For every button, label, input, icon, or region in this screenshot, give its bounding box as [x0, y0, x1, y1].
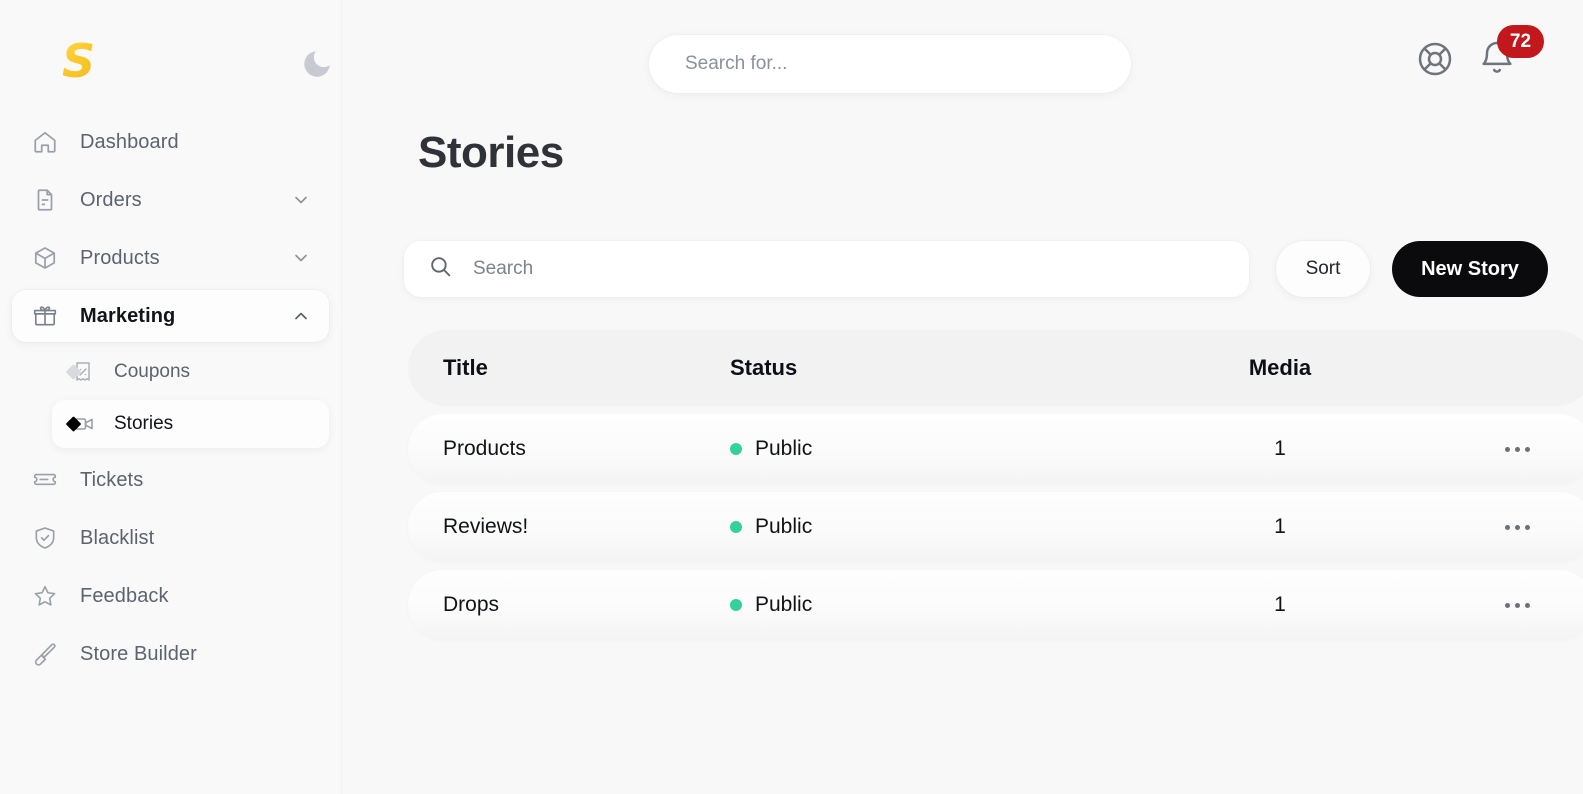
sidebar-item-products[interactable]: Products: [12, 232, 329, 284]
moon-icon[interactable]: [300, 47, 334, 81]
stories-table: Title Status Media Products Public 1 Rev…: [408, 330, 1583, 648]
app-logo[interactable]: S: [62, 38, 95, 84]
box-icon: [30, 243, 60, 273]
sidebar-item-feedback[interactable]: Feedback: [12, 570, 329, 622]
table-row[interactable]: Reviews! Public 1: [408, 492, 1583, 562]
sidebar: S Dashboard Orders Products Marketing Co…: [0, 0, 341, 794]
cell-actions: [1440, 512, 1583, 542]
cell-media: 1: [1274, 437, 1286, 460]
home-icon: [30, 127, 60, 157]
cell-actions: [1440, 434, 1583, 464]
sidebar-subitem-label: Stories: [114, 413, 174, 434]
sidebar-item-blacklist[interactable]: Blacklist: [12, 512, 329, 564]
column-header-status: Status: [730, 355, 798, 380]
main-content: Stories Sort New Story Title Status Medi…: [341, 108, 1583, 794]
table-header-row: Title Status Media: [408, 330, 1583, 406]
sidebar-item-label: Store Builder: [80, 642, 197, 665]
sidebar-item-stories[interactable]: Stories: [52, 400, 329, 448]
chevron-up-icon[interactable]: [291, 306, 311, 326]
ellipsis-icon[interactable]: [1497, 512, 1537, 542]
sidebar-item-label: Feedback: [80, 584, 169, 607]
table-row[interactable]: Products Public 1: [408, 414, 1583, 484]
status-badge: Public: [755, 593, 813, 616]
sidebar-item-dashboard[interactable]: Dashboard: [12, 116, 329, 168]
sidebar-subitem-label: Coupons: [114, 361, 191, 382]
sidebar-item-coupons[interactable]: Coupons: [52, 348, 329, 396]
cell-actions: [1440, 590, 1583, 620]
marketing-submenu: Coupons Stories: [0, 348, 341, 448]
sidebar-item-label: Orders: [80, 188, 142, 211]
cell-status: Public: [730, 437, 1120, 461]
app-root: S Dashboard Orders Products Marketing Co…: [0, 0, 1583, 794]
cell-title: Reviews!: [443, 515, 529, 538]
search-box[interactable]: [404, 241, 1249, 297]
chevron-down-icon[interactable]: [291, 248, 311, 268]
notifications-button[interactable]: 72: [1477, 25, 1544, 82]
global-search[interactable]: [649, 35, 1131, 93]
chevron-down-icon[interactable]: [291, 190, 311, 210]
new-story-button[interactable]: New Story: [1392, 241, 1548, 297]
sidebar-item-label: Products: [80, 246, 160, 269]
search-icon: [428, 254, 453, 284]
cell-title: Drops: [443, 593, 500, 616]
ellipsis-icon[interactable]: [1497, 434, 1537, 464]
ellipsis-icon[interactable]: [1497, 590, 1537, 620]
status-badge: Public: [755, 437, 813, 460]
ticket-icon: [30, 465, 60, 495]
status-dot-icon: [730, 599, 742, 611]
sidebar-item-label: Tickets: [80, 468, 144, 491]
shield-check-icon: [30, 523, 60, 553]
controls-row: Sort New Story: [404, 241, 1583, 297]
search-input[interactable]: [473, 258, 1225, 280]
cell-status: Public: [730, 593, 1120, 617]
sidebar-item-orders[interactable]: Orders: [12, 174, 329, 226]
sidebar-item-tickets[interactable]: Tickets: [12, 454, 329, 506]
global-search-input[interactable]: [685, 53, 1095, 75]
sort-button[interactable]: Sort: [1276, 241, 1370, 297]
cell-media: 1: [1274, 593, 1286, 616]
status-badge: Public: [755, 515, 813, 538]
document-icon: [30, 185, 60, 215]
brand-row: S: [0, 0, 341, 108]
sidebar-item-marketing[interactable]: Marketing: [12, 290, 329, 342]
cell-title: Products: [443, 437, 526, 460]
sidebar-item-label: Dashboard: [80, 130, 179, 153]
cell-status: Public: [730, 515, 1120, 539]
table-row[interactable]: Drops Public 1: [408, 570, 1583, 640]
notification-badge: 72: [1497, 25, 1544, 58]
star-icon: [30, 581, 60, 611]
lifebuoy-icon[interactable]: [1415, 39, 1455, 79]
top-bar: 72: [341, 0, 1583, 108]
status-dot-icon: [730, 521, 742, 533]
sidebar-item-store-builder[interactable]: Store Builder: [12, 628, 329, 680]
status-dot-icon: [730, 443, 742, 455]
gift-icon: [30, 301, 60, 331]
sidebar-nav: Dashboard Orders Products Marketing Coup…: [0, 110, 341, 686]
cell-media: 1: [1274, 515, 1286, 538]
sidebar-item-label: Blacklist: [80, 526, 155, 549]
paintbrush-icon: [30, 639, 60, 669]
sidebar-item-label: Marketing: [80, 304, 176, 327]
column-header-media: Media: [1248, 355, 1312, 380]
page-title: Stories: [418, 128, 564, 177]
column-header-title: Title: [443, 355, 488, 380]
